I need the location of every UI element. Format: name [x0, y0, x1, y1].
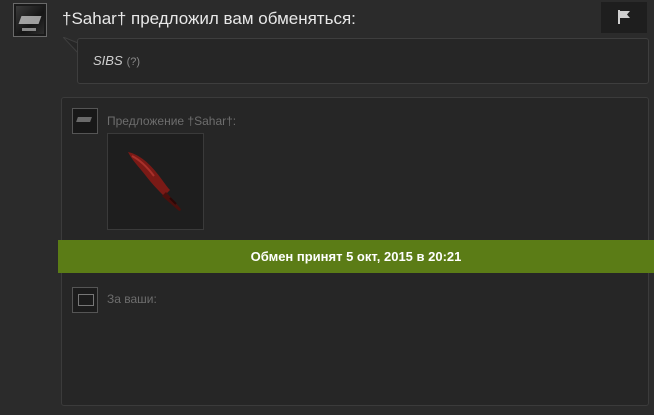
trade-item-slot[interactable]	[107, 133, 204, 230]
sender-mini-avatar[interactable]	[72, 108, 98, 134]
message-text: SIBS (?)	[93, 53, 140, 68]
trade-status-banner: Обмен принят 5 окт, 2015 в 20:21	[58, 240, 654, 273]
your-offer-label: За ваши:	[107, 292, 157, 306]
message-bubble: SIBS (?)	[77, 38, 649, 84]
trade-headline: †Sahar† предложил вам обменяться:	[62, 9, 356, 28]
message-body: SIBS	[93, 53, 123, 68]
report-button[interactable]	[601, 2, 647, 33]
gut-knife-icon	[128, 152, 181, 211]
their-offer-label: Предложение †Sahar†:	[107, 114, 237, 128]
sender-avatar[interactable]	[13, 3, 47, 37]
message-help-link[interactable]: (?)	[127, 56, 140, 68]
flag-icon	[618, 10, 630, 24]
your-mini-avatar[interactable]	[72, 287, 98, 313]
